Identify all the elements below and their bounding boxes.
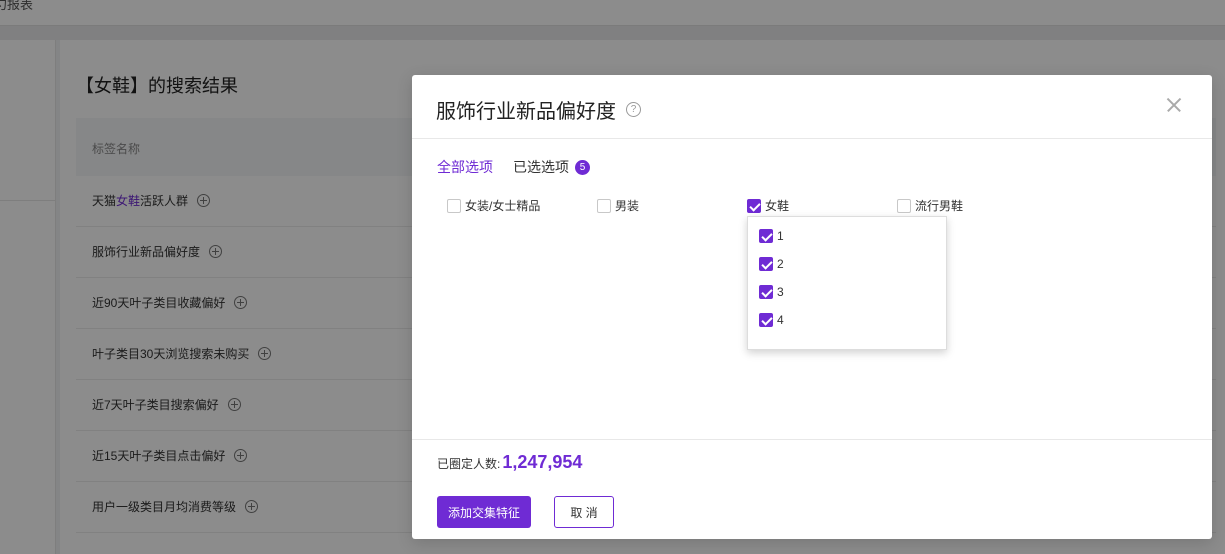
option-label: 流行男鞋 — [915, 199, 964, 213]
sub-option-label: 1 — [777, 229, 784, 243]
tab-selected-options[interactable]: 已选选项 5 — [513, 157, 590, 177]
checkbox-checked[interactable] — [759, 229, 773, 243]
checkbox-checked[interactable] — [759, 257, 773, 271]
checkbox[interactable] — [897, 198, 911, 213]
checkbox[interactable] — [447, 198, 461, 213]
audience-count-value: 1,247,954 — [502, 452, 583, 472]
dialog-header: 服饰行业新品偏好度 ? — [412, 75, 1212, 139]
sub-option-label: 4 — [777, 313, 784, 327]
tag-option-dialog: 服饰行业新品偏好度 ? 全部选项 已选选项 5 女装/女士精品 男装 女鞋 流行… — [412, 75, 1212, 539]
option-mens-clothing[interactable]: 男装 — [597, 197, 639, 214]
option-womens-clothing[interactable]: 女装/女士精品 — [447, 197, 540, 214]
audience-count: 已圈定人数: 1,247,954 — [437, 452, 582, 473]
cancel-button[interactable]: 取 消 — [554, 496, 614, 528]
selected-count-badge: 5 — [575, 159, 590, 175]
tab-label: 全部选项 — [437, 159, 493, 175]
checkbox-checked[interactable] — [759, 285, 773, 299]
sub-option-3[interactable]: 3 — [759, 285, 784, 299]
option-womens-shoes[interactable]: 女鞋 — [747, 197, 789, 214]
sub-option-label: 2 — [777, 257, 784, 271]
option-mens-shoes[interactable]: 流行男鞋 — [897, 197, 963, 214]
sub-option-2[interactable]: 2 — [759, 257, 784, 271]
sub-option-1[interactable]: 1 — [759, 229, 784, 243]
option-label: 女鞋 — [765, 199, 790, 213]
checkbox-checked[interactable] — [747, 198, 761, 213]
close-icon[interactable] — [1164, 95, 1184, 115]
audience-count-label: 已圈定人数: — [437, 457, 501, 471]
sub-option-4[interactable]: 4 — [759, 313, 784, 327]
tab-label: 已选选项 — [513, 159, 569, 175]
help-icon[interactable]: ? — [626, 102, 641, 117]
sub-option-dropdown: 1 2 3 4 — [747, 216, 947, 350]
dialog-title: 服饰行业新品偏好度 ? — [436, 95, 641, 124]
option-tabs: 全部选项 已选选项 5 — [437, 157, 610, 177]
option-label: 男装 — [615, 199, 640, 213]
dialog-title-text: 服饰行业新品偏好度 — [436, 101, 616, 123]
sub-option-label: 3 — [777, 285, 784, 299]
checkbox-checked[interactable] — [759, 313, 773, 327]
tab-all-options[interactable]: 全部选项 — [437, 157, 493, 177]
footer-divider — [412, 439, 1212, 440]
checkbox[interactable] — [597, 198, 611, 213]
option-label: 女装/女士精品 — [465, 199, 541, 213]
add-intersection-button[interactable]: 添加交集特征 — [437, 496, 531, 528]
